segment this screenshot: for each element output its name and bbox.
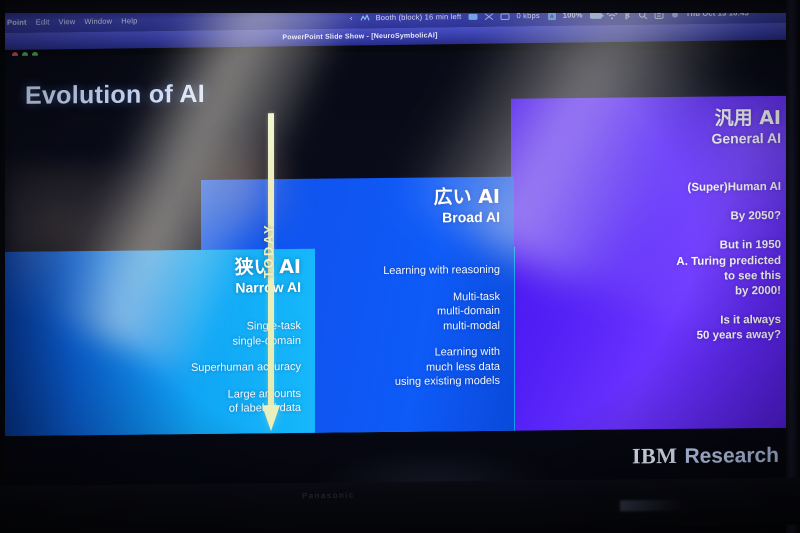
narrow-ai-bullet-1: Single-task single-domain: [232, 320, 301, 348]
narrow-ai-bullet-2: Superhuman accuracy: [190, 360, 301, 375]
ibm-wordmark: IBM: [631, 442, 678, 469]
general-ai-bullet-2: By 2050?: [730, 210, 781, 223]
monitor-screen: Point Edit View Window Help ‹ Booth (blo…: [5, 12, 795, 486]
scissors-icon[interactable]: [484, 12, 494, 20]
ibm-research-logo: IBM Research: [632, 442, 779, 470]
booth-app-icon[interactable]: [360, 13, 370, 22]
monitor-brand-label: Panasonic: [302, 490, 355, 501]
booth-timer-label: Booth (block) 16 min left: [375, 12, 462, 23]
general-ai-bullet-3: But in 1950 A. Turing predicted to see t…: [676, 239, 781, 298]
menu-item-point[interactable]: Point: [7, 18, 27, 27]
general-ai-bullet-1: (Super)Human AI: [687, 180, 782, 194]
today-label: TODAY: [261, 223, 277, 279]
broad-ai-bullet-2: Multi-task multi-domain multi-modal: [437, 290, 500, 332]
general-ai-title-en: General AI: [711, 129, 781, 147]
broad-ai-bullet-1: Learning with reasoning: [383, 263, 500, 278]
battery-percent-label: 100%: [562, 12, 583, 20]
monitor-bezel-top: [0, 0, 800, 13]
window-title: PowerPoint Slide Show - [NeuroSymbolicAI…: [282, 32, 438, 42]
display-icon[interactable]: [500, 12, 510, 20]
menu-item-edit[interactable]: Edit: [36, 17, 50, 26]
narrow-ai-bullet-3: Large amounts of labeled data: [227, 387, 301, 415]
general-ai-title-jp: 汎用 AI: [714, 106, 781, 130]
menu-item-help[interactable]: Help: [121, 16, 137, 25]
arrow-head: [262, 405, 280, 432]
monitor-bezel-bottom: [0, 477, 800, 533]
broad-ai-title-en: Broad AI: [442, 208, 500, 226]
monitor-bezel-right: [786, 0, 800, 533]
general-ai-bullet-4: Is it always 50 years away?: [696, 313, 781, 342]
bezel-highlight: [620, 499, 680, 512]
page-title: Evolution of AI: [25, 79, 205, 110]
block-general-ai: 汎用 AI General AI (Super)Human AI By 2050…: [511, 95, 795, 431]
powerpoint-slide[interactable]: Evolution of AI 汎用 AI General AI (Super)…: [5, 47, 795, 486]
photo-of-monitor: Point Edit View Window Help ‹ Booth (blo…: [0, 0, 800, 533]
svg-text:A: A: [550, 14, 554, 20]
research-wordmark: Research: [684, 443, 779, 468]
network-rate-label: 0 kbps: [516, 12, 540, 21]
broad-ai-title-jp: 広い AI: [433, 185, 500, 209]
broad-ai-bullet-3: Learning with much less data using exist…: [394, 345, 500, 389]
screen-share-icon[interactable]: [468, 12, 478, 20]
back-chevron-icon[interactable]: ‹: [350, 13, 353, 22]
menu-item-view[interactable]: View: [58, 17, 75, 26]
monitor-bezel-left: [0, 0, 5, 533]
menu-item-window[interactable]: Window: [84, 17, 112, 26]
battery-icon[interactable]: [589, 12, 604, 19]
app-badge-icon[interactable]: A: [547, 12, 556, 20]
